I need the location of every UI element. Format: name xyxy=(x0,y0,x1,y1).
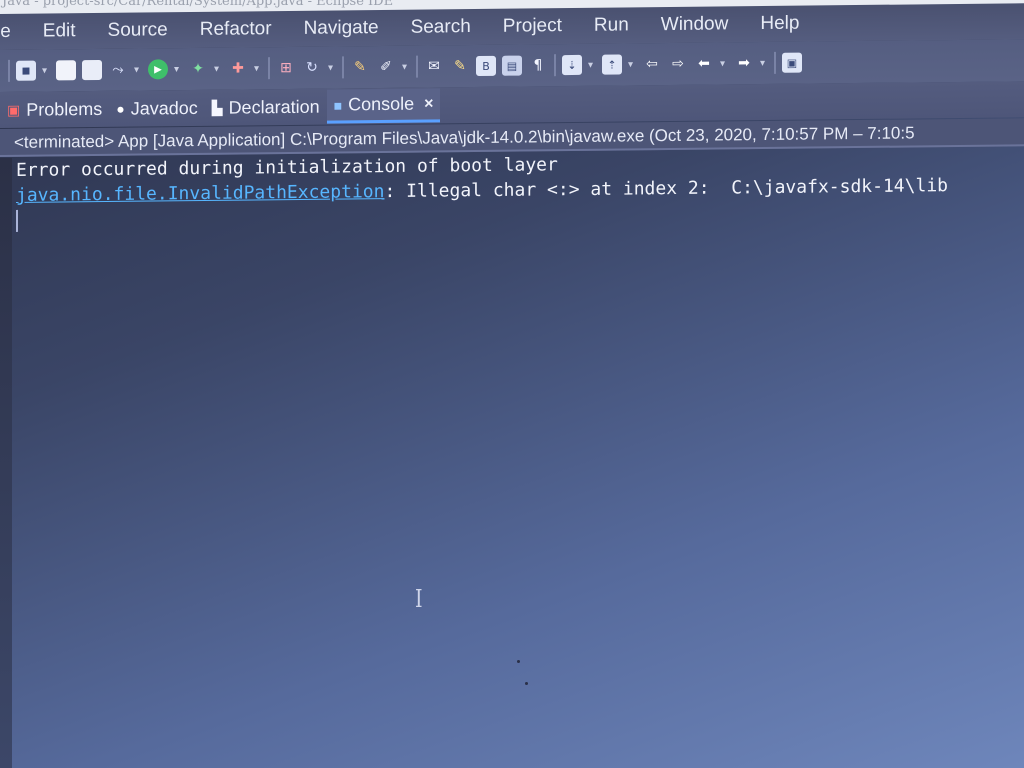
chevron-down-icon[interactable]: ▾ xyxy=(328,62,336,73)
menu-edit[interactable]: Edit xyxy=(27,20,92,43)
back-icon[interactable]: ⬅ xyxy=(694,54,714,74)
left-panel-edge xyxy=(0,158,12,768)
debug-icon[interactable]: ✦ xyxy=(188,59,208,79)
toolbar-separator xyxy=(342,56,344,79)
coverage-icon[interactable]: ✚ xyxy=(228,58,248,78)
toolbar-separator xyxy=(774,51,776,74)
menu-project[interactable]: Project xyxy=(487,15,578,38)
pilcrow-icon[interactable]: ¶ xyxy=(528,55,548,75)
next-annotation-icon[interactable]: ⇣ xyxy=(562,54,582,76)
chevron-down-icon[interactable]: ▾ xyxy=(402,61,410,72)
tab-label: Declaration xyxy=(228,96,320,118)
menu-file[interactable]: le xyxy=(0,21,27,43)
new-java-project-icon[interactable]: ↻ xyxy=(302,58,322,78)
open-type-icon[interactable]: ✉ xyxy=(424,56,444,76)
forward-edit-icon[interactable]: ⇨ xyxy=(668,54,688,74)
problems-icon: ▣ xyxy=(7,101,21,118)
text-caret xyxy=(16,209,18,232)
external-tools-icon[interactable]: ⊞ xyxy=(276,58,296,78)
javadoc-icon: ● xyxy=(116,100,125,117)
chevron-down-icon[interactable]: ▾ xyxy=(720,58,728,69)
tab-problems[interactable]: ▣ Problems xyxy=(0,92,109,127)
tab-label: Javadoc xyxy=(130,97,198,119)
screen-speck xyxy=(517,660,520,663)
back-to-last-edit-icon[interactable]: ⇦ xyxy=(642,54,662,74)
menu-refactor[interactable]: Refactor xyxy=(184,18,288,41)
tab-label: Problems xyxy=(26,98,103,120)
menu-source[interactable]: Source xyxy=(92,19,184,42)
search-icon[interactable]: ✎ xyxy=(450,56,470,76)
save-all-icon[interactable] xyxy=(82,59,102,81)
new-package-icon[interactable]: ✎ xyxy=(350,57,370,77)
toolbar-separator xyxy=(8,59,10,82)
tab-declaration[interactable]: ▙ Declaration xyxy=(205,90,327,125)
declaration-icon: ▙ xyxy=(211,99,223,116)
chevron-down-icon[interactable]: ▾ xyxy=(42,65,50,76)
chevron-down-icon[interactable]: ▾ xyxy=(760,57,768,68)
toggle-mark-occurrences-icon[interactable]: B xyxy=(476,55,496,77)
chevron-down-icon[interactable]: ▾ xyxy=(628,59,636,70)
chevron-down-icon[interactable]: ▾ xyxy=(134,64,142,75)
toolbar-separator xyxy=(416,55,418,78)
show-whitespace-icon[interactable]: ▤ xyxy=(502,55,522,76)
new-icon[interactable]: ▪ xyxy=(16,60,36,81)
tab-console[interactable]: ■ Console × xyxy=(326,88,441,124)
chevron-down-icon[interactable]: ▾ xyxy=(174,64,182,75)
console-output[interactable]: Error occurred during initialization of … xyxy=(12,147,1024,768)
toolbar-separator xyxy=(268,57,270,80)
pin-editor-icon[interactable]: ▣ xyxy=(782,52,802,73)
new-class-icon[interactable]: ✐ xyxy=(376,57,396,77)
menu-navigate[interactable]: Navigate xyxy=(288,17,395,40)
previous-annotation-icon[interactable]: ⇡ xyxy=(602,54,622,75)
eclipse-screen: Java - project-src/Car/Rental/System/App… xyxy=(0,0,1024,768)
toolbar-separator xyxy=(554,54,556,77)
screen-speck xyxy=(525,682,528,685)
chevron-down-icon[interactable]: ▾ xyxy=(214,63,222,74)
close-icon[interactable]: × xyxy=(424,95,433,113)
tab-javadoc[interactable]: ● Javadoc xyxy=(109,91,205,126)
ibeam-cursor-icon: I xyxy=(414,585,423,613)
exception-message: : Illegal char <:> at index 2: C:\javafx… xyxy=(384,175,948,203)
forward-icon[interactable]: ➡ xyxy=(734,53,754,73)
menu-search[interactable]: Search xyxy=(395,16,487,39)
save-icon[interactable] xyxy=(56,60,76,81)
console-icon: ■ xyxy=(333,96,343,114)
skip-breakpoints-icon[interactable]: ⤳ xyxy=(108,60,128,80)
tab-label: Console xyxy=(348,93,415,115)
chevron-down-icon[interactable]: ▾ xyxy=(254,63,262,74)
menu-run[interactable]: Run xyxy=(578,14,645,37)
menu-help[interactable]: Help xyxy=(744,12,815,35)
menu-window[interactable]: Window xyxy=(645,13,745,36)
exception-link[interactable]: java.nio.file.InvalidPathException xyxy=(16,181,384,206)
chevron-down-icon[interactable]: ▾ xyxy=(588,59,596,70)
run-icon[interactable]: ▶ xyxy=(148,59,168,80)
